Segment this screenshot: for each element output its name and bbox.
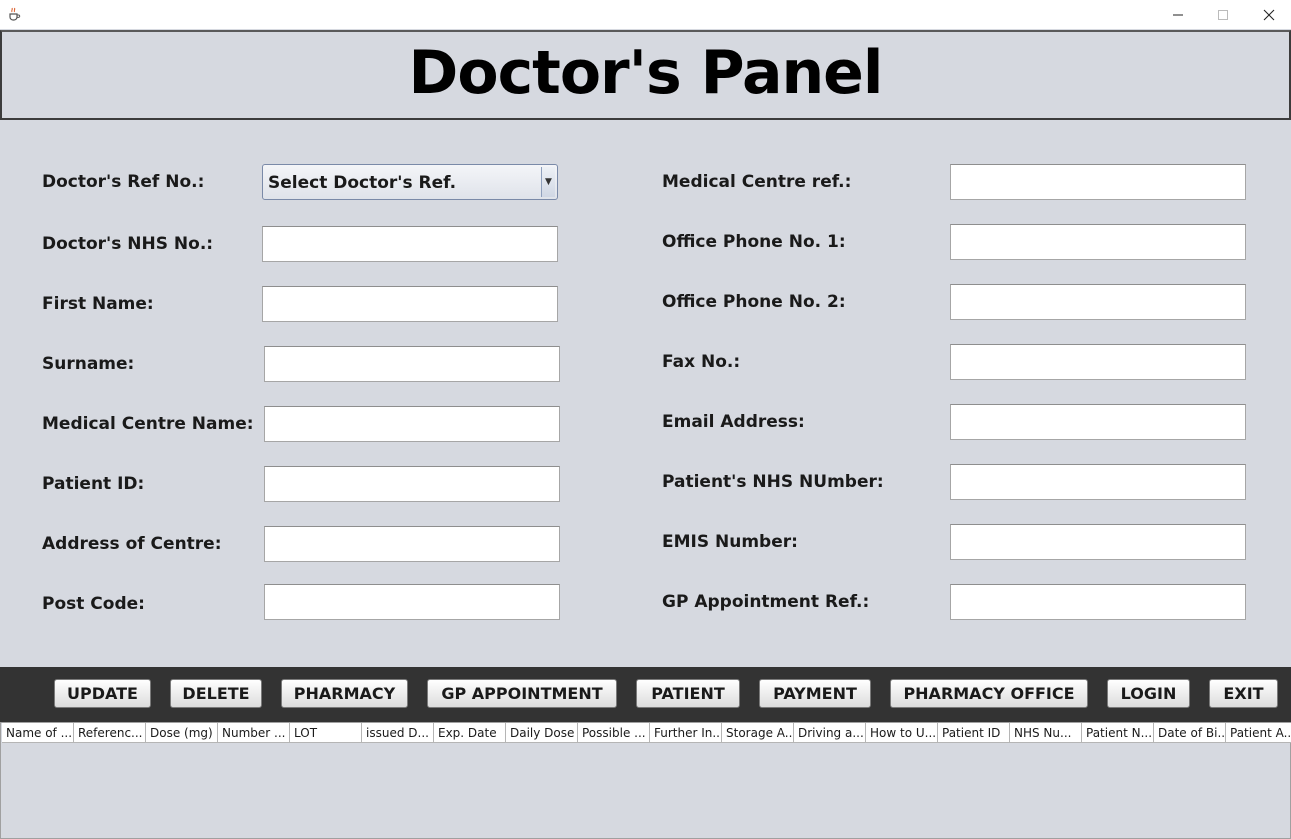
- column-header[interactable]: issued D...: [362, 723, 434, 743]
- column-header[interactable]: Date of Bi...: [1154, 723, 1226, 743]
- delete-button[interactable]: DELETE: [170, 679, 262, 708]
- medical-centre-name-label: Medical Centre Name:: [42, 414, 254, 434]
- doctor-ref-select-value: Select Doctor's Ref.: [268, 173, 457, 193]
- post-code-field[interactable]: [264, 584, 560, 620]
- medical-centre-ref-label: Medical Centre ref.:: [662, 172, 852, 192]
- gp-appointment-ref-field[interactable]: [950, 584, 1246, 620]
- column-header[interactable]: Patient A...: [1226, 723, 1291, 743]
- patient-nhs-field[interactable]: [950, 464, 1246, 500]
- email-field[interactable]: [950, 404, 1246, 440]
- doctor-nhs-field[interactable]: [262, 226, 558, 262]
- table-body[interactable]: [2, 744, 1289, 839]
- payment-button[interactable]: PAYMENT: [759, 679, 871, 708]
- column-header[interactable]: Referenc...: [74, 723, 146, 743]
- column-header[interactable]: Patient ID: [938, 723, 1010, 743]
- column-header[interactable]: Patient N...: [1082, 723, 1154, 743]
- maximize-icon[interactable]: [1200, 0, 1246, 29]
- medical-centre-name-field[interactable]: [264, 406, 560, 442]
- first-name-label: First Name:: [42, 294, 154, 314]
- surname-field[interactable]: [264, 346, 560, 382]
- window-title-bar: [0, 0, 1291, 29]
- emis-field[interactable]: [950, 524, 1246, 560]
- java-cup-icon: [6, 5, 22, 21]
- fax-label: Fax No.:: [662, 352, 741, 372]
- chevron-down-icon[interactable]: ▼: [541, 167, 555, 197]
- address-field[interactable]: [264, 526, 560, 562]
- email-label: Email Address:: [662, 412, 805, 432]
- column-header[interactable]: Driving a...: [794, 723, 866, 743]
- column-header[interactable]: NHS Nu...: [1010, 723, 1082, 743]
- patient-id-field[interactable]: [264, 466, 560, 502]
- doctor-nhs-label: Doctor's NHS No.:: [42, 234, 214, 254]
- column-header[interactable]: Daily Dose: [506, 723, 578, 743]
- pharmacy-button[interactable]: PHARMACY: [281, 679, 408, 708]
- office-phone2-label: Office Phone No. 2:: [662, 292, 846, 312]
- patient-id-label: Patient ID:: [42, 474, 145, 494]
- column-header[interactable]: Dose (mg): [146, 723, 218, 743]
- office-phone2-field[interactable]: [950, 284, 1246, 320]
- header-panel: Doctor's Panel: [0, 30, 1291, 120]
- login-button[interactable]: LOGIN: [1107, 679, 1190, 708]
- column-header[interactable]: How to U...: [866, 723, 938, 743]
- prescription-table[interactable]: Name of ... Referenc... Dose (mg) Number…: [0, 722, 1291, 839]
- column-header[interactable]: Possible ...: [578, 723, 650, 743]
- post-code-label: Post Code:: [42, 594, 145, 614]
- office-phone1-field[interactable]: [950, 224, 1246, 260]
- first-name-field[interactable]: [262, 286, 558, 322]
- patient-nhs-label: Patient's NHS NUmber:: [662, 472, 884, 492]
- column-header[interactable]: Further In...: [650, 723, 722, 743]
- close-icon[interactable]: [1246, 0, 1291, 29]
- medical-centre-ref-field[interactable]: [950, 164, 1246, 200]
- gp-appointment-ref-label: GP Appointment Ref.:: [662, 592, 870, 612]
- gp-appointment-button[interactable]: GP APPOINTMENT: [427, 679, 617, 708]
- patient-button[interactable]: PATIENT: [636, 679, 740, 708]
- action-button-bar: UPDATE DELETE PHARMACY GP APPOINTMENT PA…: [0, 667, 1291, 722]
- column-header[interactable]: Exp. Date: [434, 723, 506, 743]
- doctor-ref-select[interactable]: Select Doctor's Ref. ▼: [262, 164, 558, 200]
- emis-label: EMIS Number:: [662, 532, 798, 552]
- column-header[interactable]: LOT: [290, 723, 362, 743]
- doctor-panel-window: Doctor's Panel Doctor's Ref No.: Doctor'…: [0, 29, 1291, 839]
- doctor-ref-label: Doctor's Ref No.:: [42, 172, 205, 192]
- surname-label: Surname:: [42, 354, 135, 374]
- address-label: Address of Centre:: [42, 534, 222, 554]
- pharmacy-office-button[interactable]: PHARMACY OFFICE: [890, 679, 1088, 708]
- minimize-icon[interactable]: [1155, 0, 1201, 29]
- office-phone1-label: Office Phone No. 1:: [662, 232, 846, 252]
- fax-field[interactable]: [950, 344, 1246, 380]
- update-button[interactable]: UPDATE: [54, 679, 151, 708]
- page-title: Doctor's Panel: [408, 38, 884, 108]
- column-header[interactable]: Name of ...: [2, 723, 74, 743]
- column-header[interactable]: Number ...: [218, 723, 290, 743]
- column-header[interactable]: Storage A...: [722, 723, 794, 743]
- exit-button[interactable]: EXIT: [1209, 679, 1278, 708]
- table-header: Name of ... Referenc... Dose (mg) Number…: [2, 723, 1291, 743]
